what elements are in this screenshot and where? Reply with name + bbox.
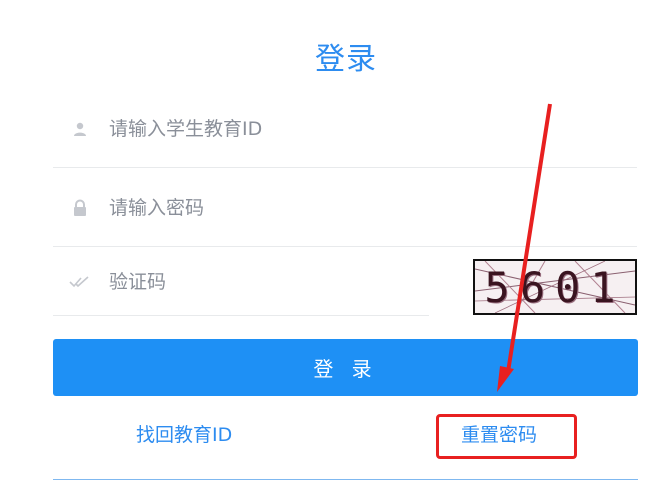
captcha-input[interactable] bbox=[109, 270, 409, 293]
captcha-image[interactable]: 5601 bbox=[473, 259, 637, 315]
divider bbox=[53, 479, 638, 480]
login-button[interactable]: 登 录 bbox=[53, 339, 638, 396]
password-field bbox=[53, 169, 637, 247]
reset-password-link[interactable]: 重置密码 bbox=[461, 420, 537, 447]
username-field bbox=[53, 90, 637, 168]
page-title: 登录 bbox=[315, 42, 377, 77]
find-id-link[interactable]: 找回教育ID bbox=[136, 420, 232, 447]
username-input[interactable] bbox=[109, 117, 509, 140]
captcha-field bbox=[53, 248, 429, 316]
captcha-text: 5601 bbox=[484, 263, 626, 312]
password-input[interactable] bbox=[109, 196, 509, 219]
user-icon bbox=[69, 118, 91, 140]
login-page: 登录 请输入学生教育ID 验证码 5601 登 录 找回教育ID 重置密码 bbox=[0, 0, 671, 486]
lock-icon bbox=[69, 197, 91, 219]
check-icon bbox=[69, 271, 91, 293]
